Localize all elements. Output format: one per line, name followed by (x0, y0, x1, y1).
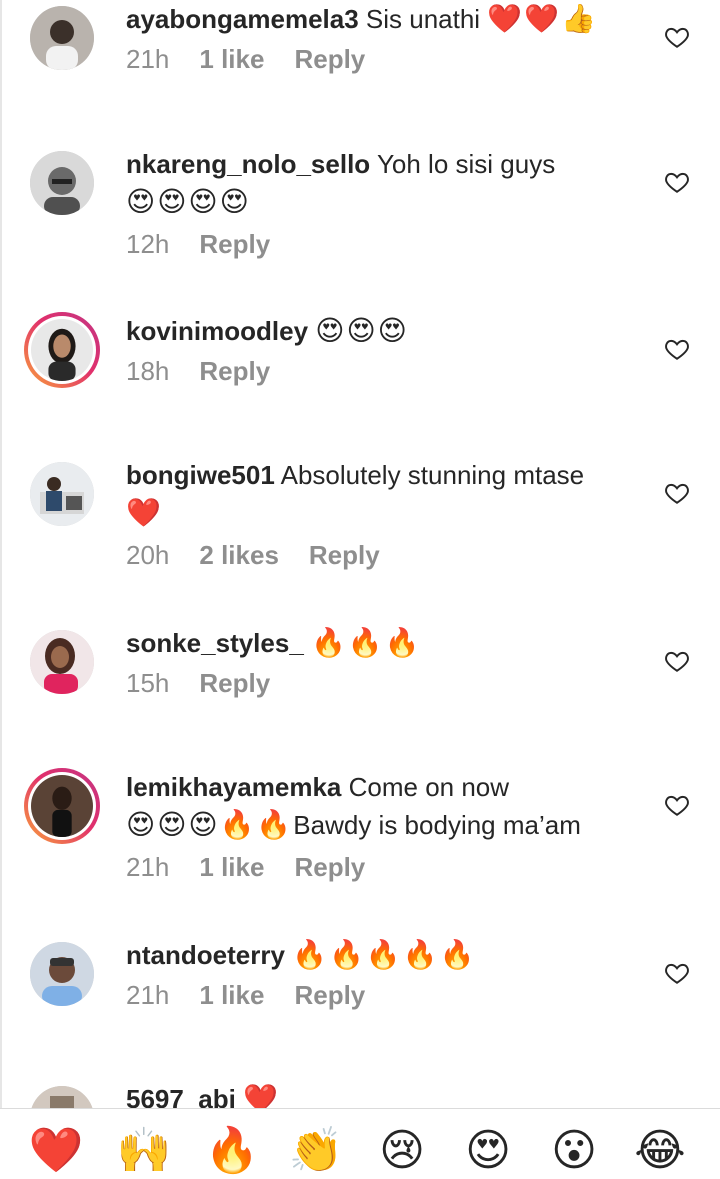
comment-likes[interactable]: 2 likes (199, 540, 279, 570)
comment-text: Absolutely stunning mtase (280, 460, 585, 490)
comment-username[interactable]: ntandoeterry (126, 940, 285, 970)
comment-likes[interactable]: 1 like (199, 852, 264, 882)
comment-text: Bawdy is bodying ma’am (293, 810, 581, 840)
like-heart-icon[interactable] (664, 336, 690, 362)
crying-emoji-icon[interactable]: 😢 (374, 1123, 430, 1179)
avatar[interactable] (30, 942, 94, 1006)
avatar[interactable] (30, 462, 94, 526)
comment-body: ayabongamemela3 Sis unathi ❤️❤️👍 21h 1 li… (126, 0, 630, 75)
like-heart-icon[interactable] (664, 792, 690, 818)
avatar[interactable] (24, 312, 100, 388)
comment-username[interactable]: ayabongamemela3 (126, 4, 359, 34)
comment-emoji: 😍😍😍😍 (126, 185, 251, 218)
avatar[interactable] (30, 6, 94, 70)
comment-username[interactable]: nkareng_nolo_sello (126, 149, 370, 179)
comment-likes[interactable]: 1 like (199, 980, 264, 1010)
comment-time: 21h (126, 852, 170, 882)
reply-button[interactable]: Reply (309, 540, 380, 570)
comment-time: 21h (126, 44, 170, 74)
like-heart-icon[interactable] (664, 169, 690, 195)
like-heart-icon[interactable] (664, 480, 690, 506)
comment-username[interactable]: kovinimoodley (126, 316, 308, 346)
avatar[interactable] (24, 768, 100, 844)
avatar[interactable] (30, 151, 94, 215)
reply-button[interactable]: Reply (294, 852, 365, 882)
laughing-emoji-icon[interactable]: 😂 (632, 1123, 688, 1179)
comment-body: lemikhayamemka Come on now 😍😍😍🔥🔥Bawdy is… (126, 768, 630, 883)
raising-hands-emoji-icon[interactable]: 🙌 (116, 1123, 172, 1179)
reply-button[interactable]: Reply (294, 980, 365, 1010)
clapping-emoji-icon[interactable]: 👏 (288, 1123, 344, 1179)
reply-button[interactable]: Reply (199, 356, 270, 386)
quick-reaction-bar: ❤️ 🙌 🔥 👏 😢 😍 😮 😂 (0, 1108, 720, 1176)
heart-eyes-emoji-icon[interactable]: 😍 (460, 1123, 516, 1179)
like-heart-icon[interactable] (664, 24, 690, 50)
comment-time: 15h (126, 668, 170, 698)
comment-time: 18h (126, 356, 170, 386)
comment-time: 21h (126, 980, 170, 1010)
reply-button[interactable]: Reply (199, 668, 270, 698)
reply-button[interactable]: Reply (294, 44, 365, 74)
like-heart-icon[interactable] (664, 648, 690, 674)
comment-text: Sis unathi (365, 4, 481, 34)
comment-likes[interactable]: 1 like (199, 44, 264, 74)
heart-emoji-icon[interactable]: ❤️ (28, 1123, 84, 1179)
comment-username[interactable]: bongiwe501 (126, 460, 275, 490)
comment-body: nkareng_nolo_sello Yoh lo sisi guys 😍😍😍😍… (126, 145, 630, 260)
fire-emoji-icon[interactable]: 🔥 (204, 1123, 260, 1179)
comment-body: ntandoeterry 🔥🔥🔥🔥🔥 21h 1 like Reply (126, 936, 630, 1011)
comment-body: bongiwe501 Absolutely stunning mtase ❤️ … (126, 456, 630, 571)
comment-emoji: ❤️❤️👍 (487, 2, 598, 35)
comment-body: sonke_styles_ 🔥🔥🔥 15h Reply (126, 624, 630, 699)
comment-time: 12h (126, 229, 170, 259)
comment-body: kovinimoodley 😍😍😍 18h Reply (126, 312, 630, 387)
comment-time: 20h (126, 540, 170, 570)
comment-emoji: 😍😍😍 (315, 314, 409, 347)
comment-text: Yoh lo sisi guys (376, 149, 556, 179)
comment-username[interactable]: lemikhayamemka (126, 772, 341, 802)
comment-emoji: ❤️ (126, 496, 163, 529)
comment-emoji: 🔥🔥🔥🔥🔥 (292, 938, 477, 971)
comment-emoji: 😍😍😍🔥🔥 (126, 808, 294, 841)
reply-button[interactable]: Reply (199, 229, 270, 259)
surprised-emoji-icon[interactable]: 😮 (546, 1123, 602, 1179)
avatar[interactable] (30, 630, 94, 694)
comment-text: Come on now (348, 772, 510, 802)
like-heart-icon[interactable] (664, 960, 690, 986)
comment-emoji: 🔥🔥🔥 (311, 626, 422, 659)
comment-username[interactable]: sonke_styles_ (126, 628, 304, 658)
scroll-edge (0, 0, 2, 1174)
